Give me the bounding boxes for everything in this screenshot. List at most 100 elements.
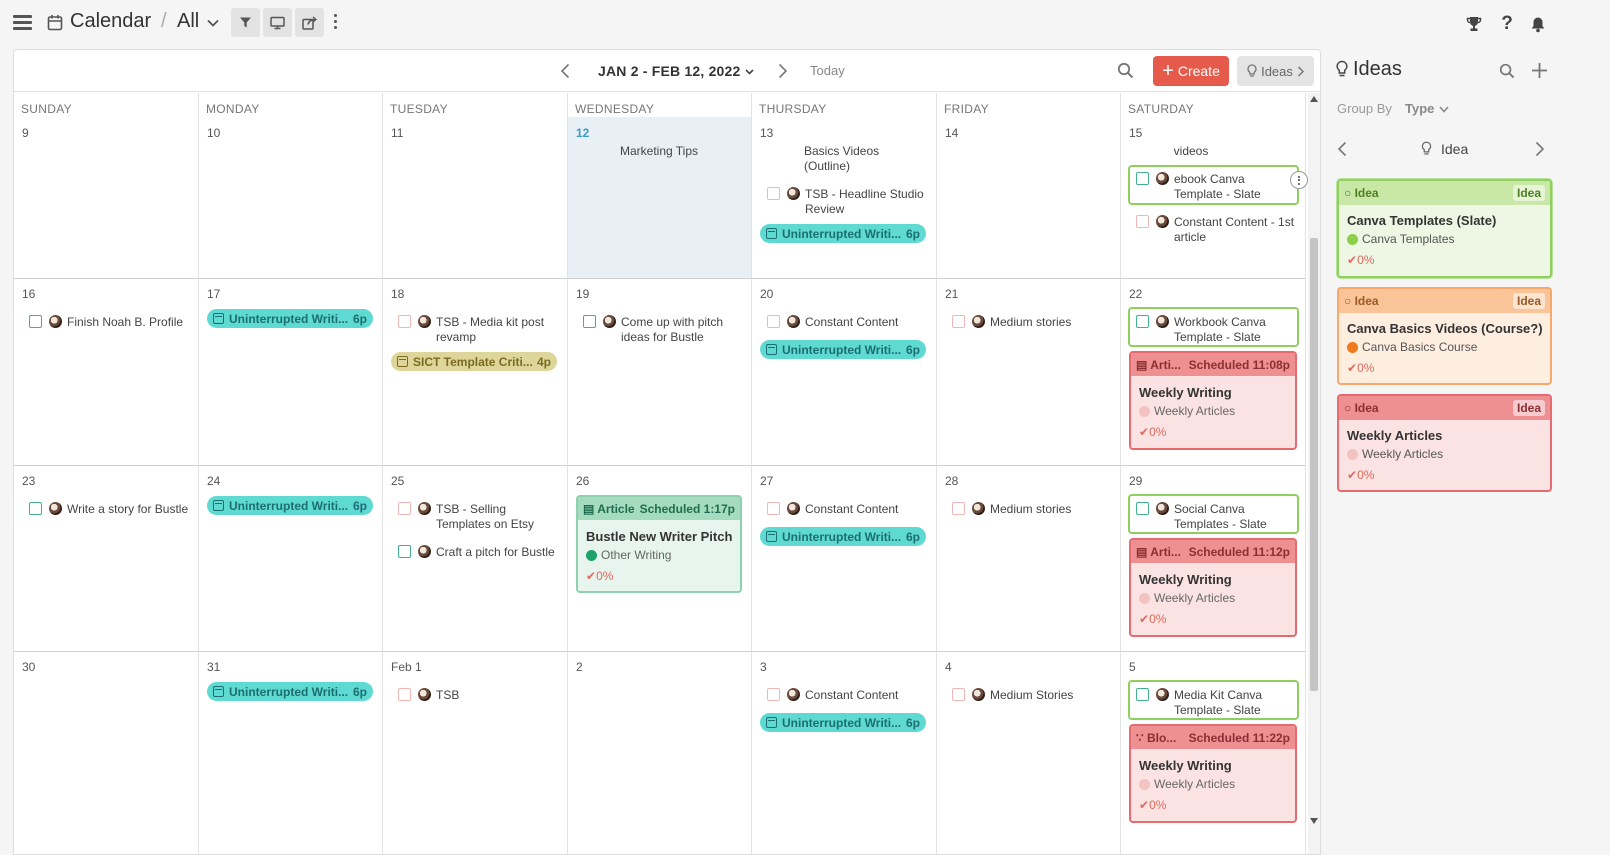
scroll-down-icon[interactable] xyxy=(1310,818,1318,824)
task-title[interactable]: TSB xyxy=(436,688,561,703)
event-pill[interactable]: Uninterrupted Writi... 6p xyxy=(760,340,926,359)
day-cell[interactable]: 26 ▤ Article Scheduled 1:17p Bustle New W… xyxy=(568,466,752,652)
task-title[interactable]: Medium Stories xyxy=(990,688,1115,703)
task-checkbox[interactable] xyxy=(1136,315,1149,328)
task-title[interactable]: Constant Content - 1st article xyxy=(1174,215,1299,245)
day-cell[interactable]: 18 TSB - Media kit post revamp SICT Temp… xyxy=(383,279,568,466)
day-cell[interactable]: THURSDAY 13 Basics Videos (Outline) TSB … xyxy=(752,93,937,279)
menu-icon[interactable] xyxy=(13,15,32,30)
search-icon[interactable] xyxy=(1117,62,1134,79)
trophy-icon[interactable] xyxy=(1464,14,1484,34)
next-group-icon[interactable] xyxy=(1535,141,1545,157)
day-cell[interactable]: 29 Social Canva Templates - Slate ▤ Arti… xyxy=(1121,466,1306,652)
content-card[interactable]: ▤ Arti... Scheduled 11:08p Weekly Writing… xyxy=(1129,351,1297,450)
calendar-note[interactable]: videos xyxy=(1161,144,1221,159)
task-checkbox[interactable] xyxy=(398,545,411,558)
event-pill[interactable]: Uninterrupted Writi... 6p xyxy=(207,682,373,701)
day-cell[interactable]: 2 xyxy=(568,652,752,854)
ideas-toggle-button[interactable]: Ideas xyxy=(1237,56,1314,86)
day-cell[interactable]: 30 xyxy=(14,652,199,854)
view-selector[interactable]: All xyxy=(177,10,199,33)
day-cell[interactable]: 22 Workbook Canva Template - Slate ▤ Art… xyxy=(1121,279,1306,466)
task-checkbox[interactable] xyxy=(398,688,411,701)
event-pill[interactable]: Uninterrupted Writi... 6p xyxy=(760,527,926,546)
day-cell[interactable]: 21 Medium stories xyxy=(937,279,1121,466)
task-checkbox[interactable] xyxy=(767,688,780,701)
day-cell[interactable]: 16 Finish Noah B. Profile xyxy=(14,279,199,466)
task-title[interactable]: TSB - Media kit post revamp xyxy=(436,315,561,345)
day-cell[interactable]: 28 Medium stories xyxy=(937,466,1121,652)
task-checkbox[interactable] xyxy=(398,502,411,515)
event-pill[interactable]: Uninterrupted Writi... 6p xyxy=(760,713,926,732)
more-options-icon[interactable] xyxy=(1290,171,1308,189)
create-button[interactable]: + Create xyxy=(1153,56,1229,86)
event-pill[interactable]: SICT Template Criti... 4p xyxy=(391,352,557,371)
task-checkbox[interactable] xyxy=(583,315,596,328)
task-title[interactable]: Constant Content xyxy=(805,315,930,330)
day-cell[interactable]: 23 Write a story for Bustle xyxy=(14,466,199,652)
day-cell[interactable]: 24 Uninterrupted Writi... 6p xyxy=(199,466,383,652)
day-cell[interactable]: 19 Come up with pitch ideas for Bustle xyxy=(568,279,752,466)
content-card[interactable]: ▤ Article Scheduled 1:17p Bustle New Writ… xyxy=(576,495,742,593)
calendar-note[interactable]: Basics Videos (Outline) xyxy=(792,144,892,174)
day-cell[interactable]: MONDAY 10 xyxy=(199,93,383,279)
idea-item[interactable]: Workbook Canva Template - Slate xyxy=(1128,307,1299,347)
scrollbar[interactable] xyxy=(1308,93,1320,854)
task-checkbox[interactable] xyxy=(952,315,965,328)
idea-card[interactable]: ○ Idea Idea Canva Templates (Slate) Canva… xyxy=(1337,179,1552,278)
share-button[interactable] xyxy=(295,8,324,37)
event-pill[interactable]: Uninterrupted Writi... 6p xyxy=(760,224,926,243)
task-checkbox[interactable] xyxy=(398,315,411,328)
task-checkbox[interactable] xyxy=(952,688,965,701)
idea-item[interactable]: Media Kit Canva Template - Slate xyxy=(1128,680,1299,720)
task-checkbox[interactable] xyxy=(1136,502,1149,515)
more-options-icon[interactable] xyxy=(334,14,338,32)
task-checkbox[interactable] xyxy=(1136,688,1149,701)
day-cell[interactable]: 31 Uninterrupted Writi... 6p xyxy=(199,652,383,854)
day-cell[interactable]: SATURDAY 15 videos ebook Canva Template … xyxy=(1121,93,1308,279)
day-cell[interactable]: TUESDAY 11 xyxy=(383,93,568,279)
help-icon[interactable]: ? xyxy=(1497,13,1517,34)
scroll-up-icon[interactable] xyxy=(1310,96,1318,102)
content-card[interactable]: ▤ Arti... Scheduled 11:12p Weekly Writing… xyxy=(1129,538,1297,637)
idea-card[interactable]: ○ Idea Idea Canva Basics Videos (Course?)… xyxy=(1337,287,1552,385)
task-title[interactable]: Constant Content xyxy=(805,502,930,517)
present-button[interactable] xyxy=(263,8,292,37)
idea-card[interactable]: ○ Idea Idea Weekly Articles Weekly Articl… xyxy=(1337,394,1552,492)
task-title[interactable]: Constant Content xyxy=(805,688,930,703)
prev-group-icon[interactable] xyxy=(1337,141,1347,157)
next-range-icon[interactable] xyxy=(778,63,788,79)
prev-range-icon[interactable] xyxy=(560,63,570,79)
day-cell[interactable]: 4 Medium Stories xyxy=(937,652,1121,854)
day-cell[interactable]: 20 Constant Content Uninterrupted Writi.… xyxy=(752,279,937,466)
idea-item[interactable]: Social Canva Templates - Slate xyxy=(1128,494,1299,534)
task-checkbox[interactable] xyxy=(1136,215,1149,228)
task-checkbox[interactable] xyxy=(1136,172,1149,185)
task-checkbox[interactable] xyxy=(767,315,780,328)
day-cell[interactable]: 3 Constant Content Uninterrupted Writi..… xyxy=(752,652,937,854)
day-cell[interactable]: 25 TSB - Selling Templates on Etsy Craft… xyxy=(383,466,568,652)
task-checkbox[interactable] xyxy=(952,502,965,515)
chevron-down-icon[interactable] xyxy=(207,19,219,27)
task-checkbox[interactable] xyxy=(29,315,42,328)
group-by-select[interactable]: Type xyxy=(1405,101,1434,116)
task-title[interactable]: Medium stories xyxy=(990,315,1115,330)
task-checkbox[interactable] xyxy=(767,502,780,515)
task-title[interactable]: TSB - Headline Studio Review xyxy=(805,187,930,217)
day-cell[interactable]: FRIDAY 14 xyxy=(937,93,1121,279)
date-range-selector[interactable]: JAN 2 - FEB 12, 2022 xyxy=(598,63,741,79)
day-cell[interactable]: 27 Constant Content Uninterrupted Writi.… xyxy=(752,466,937,652)
task-title[interactable]: Come up with pitch ideas for Bustle xyxy=(621,315,746,345)
task-title[interactable]: Medium stories xyxy=(990,502,1115,517)
event-pill[interactable]: Uninterrupted Writi... 6p xyxy=(207,309,373,328)
task-title[interactable]: Write a story for Bustle xyxy=(67,502,192,517)
calendar-note[interactable]: Marketing Tips xyxy=(614,144,704,159)
notification-bell-icon[interactable] xyxy=(1528,14,1548,34)
idea-item[interactable]: ebook Canva Template - Slate xyxy=(1128,165,1299,205)
search-icon[interactable] xyxy=(1499,63,1515,79)
chevron-down-icon[interactable] xyxy=(745,69,754,75)
task-title[interactable]: TSB - Selling Templates on Etsy xyxy=(436,502,561,532)
scrollbar-thumb[interactable] xyxy=(1310,238,1318,691)
day-cell[interactable]: 5 Media Kit Canva Template - Slate ∵ Blo… xyxy=(1121,652,1306,854)
today-button[interactable]: Today xyxy=(810,63,845,78)
